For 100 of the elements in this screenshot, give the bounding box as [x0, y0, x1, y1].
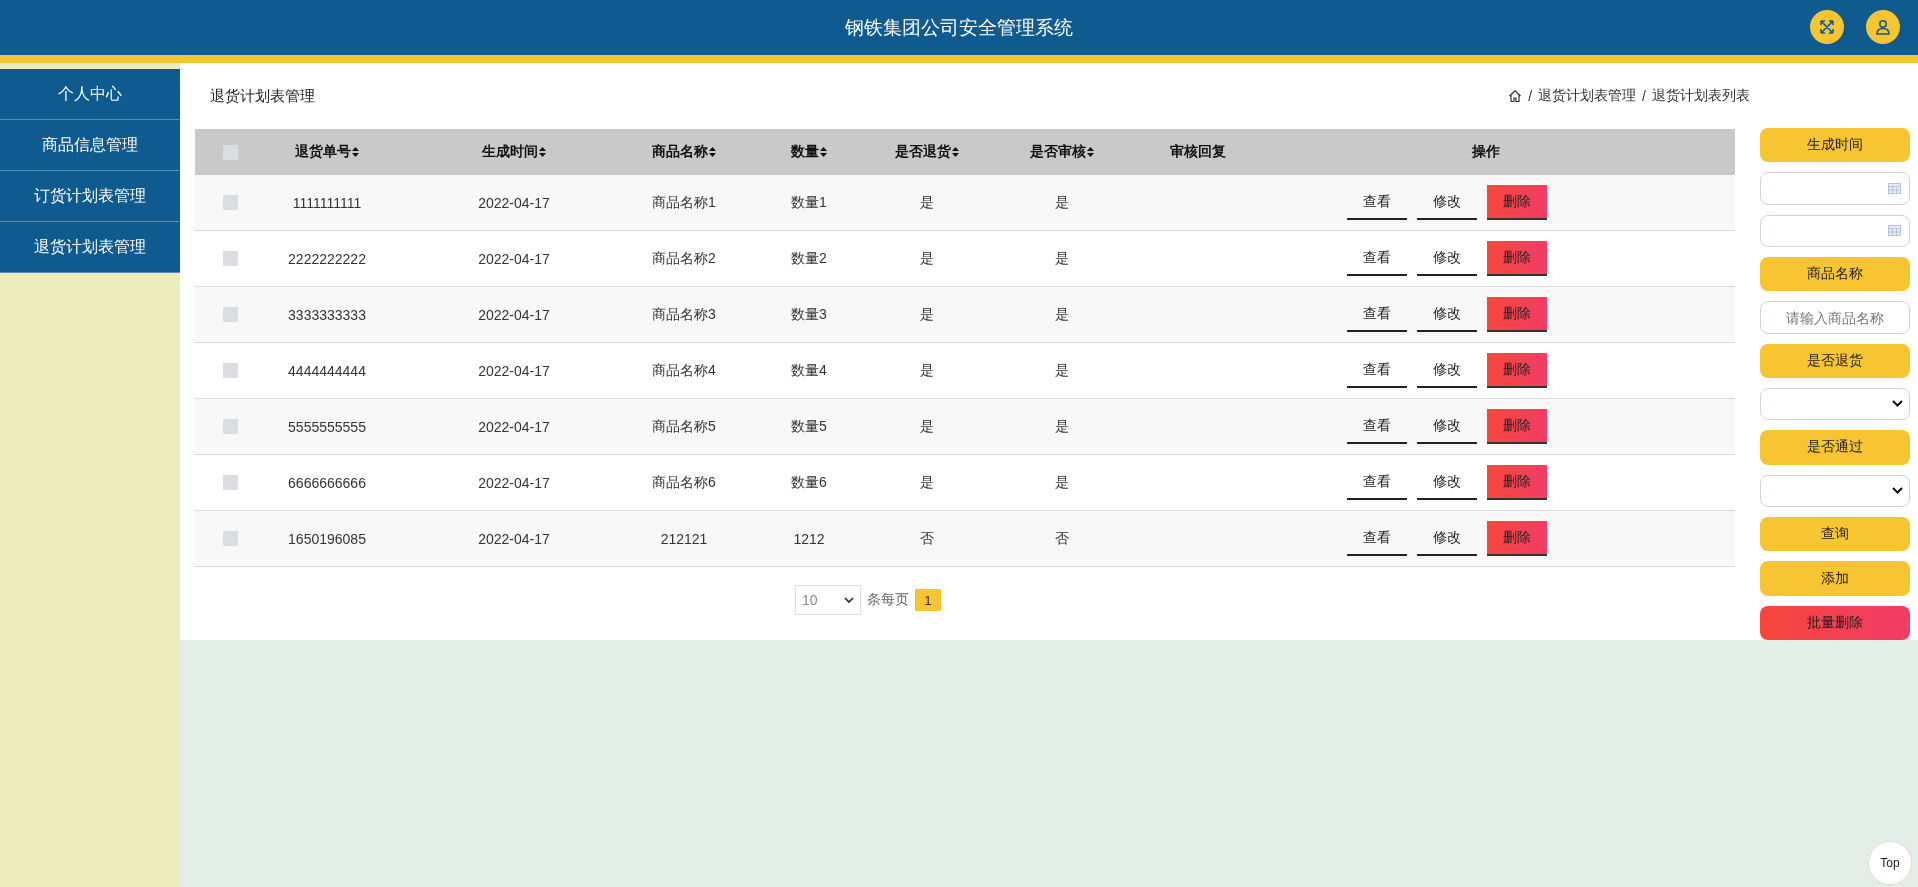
chevron-icon: [1892, 400, 1903, 409]
table-cell: 数量3: [791, 305, 827, 322]
table-cell: 2022-04-17: [478, 250, 550, 267]
row-checkbox[interactable]: [222, 195, 238, 210]
sort-icon[interactable]: [352, 147, 359, 157]
page-button[interactable]: 1: [915, 589, 941, 611]
select-field[interactable]: [1760, 474, 1910, 508]
table-cell: 商品名称5: [652, 417, 716, 434]
table-cell: 是: [1054, 417, 1069, 434]
table-cell: 是: [1054, 305, 1069, 322]
table-cell: 是: [919, 305, 934, 322]
table-cell: 2022-04-17: [478, 418, 550, 435]
row-checkbox[interactable]: [222, 419, 238, 434]
sort-icon[interactable]: [1086, 147, 1094, 157]
column-header[interactable]: 是否退货: [894, 143, 951, 161]
view-button[interactable]: 查看: [1347, 465, 1407, 500]
table-cell: 数量2: [791, 249, 827, 266]
delete-button[interactable]: 删除: [1487, 521, 1547, 556]
sort-icon[interactable]: [539, 147, 546, 157]
row-checkbox[interactable]: [222, 251, 238, 266]
table-cell: 是: [919, 473, 934, 490]
batch-delete-button[interactable]: 批量删除: [1760, 605, 1910, 641]
row-checkbox[interactable]: [222, 531, 238, 546]
sidebar-item[interactable]: 商品信息管理: [0, 120, 180, 171]
filter-label: 商品名称: [1760, 257, 1910, 292]
table-cell: 2222222222: [288, 250, 366, 267]
table-cell: 是: [919, 193, 934, 210]
calendar-icon[interactable]: [1888, 182, 1901, 194]
row-checkbox[interactable]: [222, 363, 238, 378]
table-cell: 是: [919, 361, 934, 378]
edit-button[interactable]: 修改: [1417, 241, 1477, 276]
filter-label: 是否通过: [1760, 430, 1910, 465]
breadcrumb-separator: /: [1642, 88, 1646, 104]
column-header: 审核回复: [1170, 143, 1226, 161]
page-size-select[interactable]: 10: [795, 585, 861, 615]
date-field[interactable]: [1760, 214, 1910, 248]
column-header[interactable]: 退货单号: [295, 143, 351, 161]
table-cell: 是: [919, 249, 934, 266]
table-cell: 数量6: [791, 473, 827, 490]
view-button[interactable]: 查看: [1347, 185, 1407, 220]
sidebar-item[interactable]: 个人中心: [0, 69, 180, 120]
column-header[interactable]: 是否审核: [1029, 143, 1086, 161]
edit-button[interactable]: 修改: [1417, 521, 1477, 556]
sidebar-item[interactable]: 退货计划表管理: [0, 222, 180, 273]
table-cell: 是: [1054, 473, 1069, 490]
delete-button[interactable]: 删除: [1487, 297, 1547, 332]
breadcrumb-item[interactable]: 退货计划表管理: [1538, 87, 1637, 105]
delete-button[interactable]: 删除: [1487, 185, 1547, 220]
table-cell: 2022-04-17: [478, 362, 550, 379]
table-cell: 是: [1054, 361, 1069, 378]
column-header[interactable]: 生成时间: [482, 143, 538, 161]
select-field[interactable]: [1760, 387, 1910, 421]
select-all-checkbox[interactable]: [222, 144, 238, 160]
table-cell: 3333333333: [288, 306, 366, 323]
view-button[interactable]: 查看: [1347, 409, 1407, 444]
edit-button[interactable]: 修改: [1417, 297, 1477, 332]
row-checkbox[interactable]: [222, 475, 238, 490]
column-header[interactable]: 商品名称: [652, 143, 708, 161]
table-cell: 商品名称2: [652, 249, 716, 266]
row-checkbox[interactable]: [222, 307, 238, 322]
chevron-icon: [844, 596, 854, 604]
fullscreen-icon[interactable]: [1810, 10, 1844, 44]
date-field[interactable]: [1760, 172, 1910, 205]
table-cell: 212121: [660, 530, 708, 547]
user-icon[interactable]: [1866, 10, 1900, 44]
add-button[interactable]: 添加: [1760, 561, 1910, 596]
edit-button[interactable]: 修改: [1417, 185, 1477, 220]
view-button[interactable]: 查看: [1347, 241, 1407, 276]
delete-button[interactable]: 删除: [1487, 241, 1547, 276]
home-icon[interactable]: [1508, 89, 1523, 103]
table-cell: 商品名称1: [652, 193, 716, 210]
edit-button[interactable]: 修改: [1417, 353, 1477, 388]
search-button[interactable]: 查询: [1760, 517, 1910, 552]
table-cell: 数量1: [791, 193, 827, 210]
table-cell: 2022-04-17: [478, 474, 550, 491]
table-cell: 2022-04-17: [478, 194, 550, 211]
table-cell: 否: [919, 529, 934, 546]
breadcrumb-item: 退货计划表列表: [1652, 87, 1750, 105]
delete-button[interactable]: 删除: [1487, 409, 1547, 444]
sort-icon[interactable]: [709, 147, 716, 157]
sort-icon[interactable]: [820, 147, 827, 157]
filter-label: 是否退货: [1760, 343, 1910, 378]
view-button[interactable]: 查看: [1347, 297, 1407, 332]
table-cell: 是: [919, 417, 934, 434]
view-button[interactable]: 查看: [1347, 521, 1407, 556]
table-cell: 1650196085: [288, 530, 366, 547]
table-cell: 数量4: [791, 361, 827, 378]
column-header: 操作: [1472, 143, 1500, 161]
calendar-icon[interactable]: [1888, 225, 1901, 237]
sidebar-item[interactable]: 订货计划表管理: [0, 171, 180, 222]
delete-button[interactable]: 删除: [1487, 465, 1547, 500]
view-button[interactable]: 查看: [1347, 353, 1407, 388]
delete-button[interactable]: 删除: [1487, 353, 1547, 388]
back-to-top-button[interactable]: Top: [1868, 841, 1912, 885]
column-header[interactable]: 数量: [791, 143, 819, 161]
edit-button[interactable]: 修改: [1417, 409, 1477, 444]
sort-icon[interactable]: [951, 147, 959, 157]
table-cell: 1111111111: [292, 194, 362, 211]
product-name-field[interactable]: 请输入商品名称: [1760, 301, 1910, 334]
edit-button[interactable]: 修改: [1417, 465, 1477, 500]
